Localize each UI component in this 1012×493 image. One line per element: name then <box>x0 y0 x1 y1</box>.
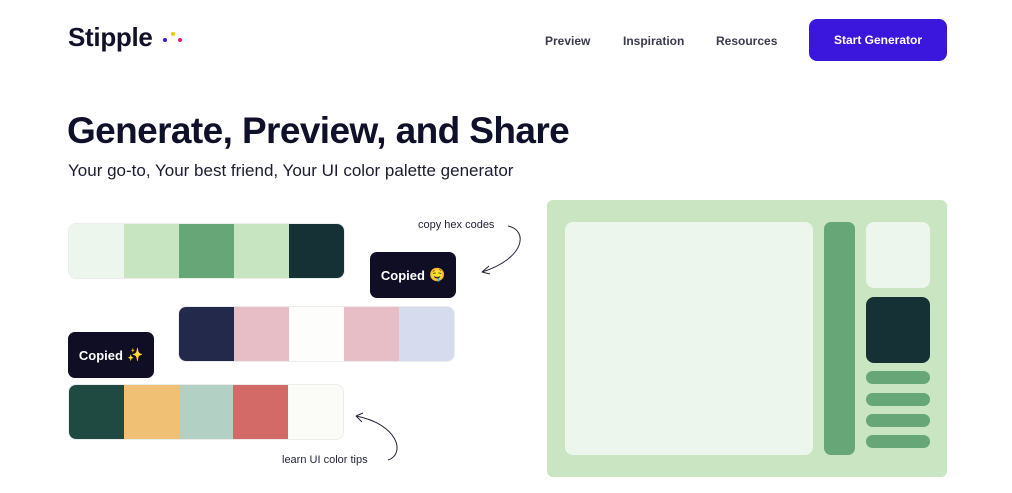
mockup-card-dark <box>866 297 930 363</box>
color-swatch[interactable] <box>233 385 289 439</box>
color-swatch[interactable] <box>344 307 399 361</box>
copied-label: Copied <box>380 267 425 283</box>
page-title: Generate, Preview, and Share <box>67 110 570 151</box>
color-swatch[interactable] <box>234 224 289 278</box>
copied-toast: Copied ✨ <box>68 332 154 378</box>
palette-2 <box>178 306 455 362</box>
page-subtitle: Your go-to, Your best friend, Your UI co… <box>68 161 514 180</box>
mockup-main-panel <box>565 222 813 455</box>
logo-dots-icon <box>163 30 185 46</box>
color-swatch[interactable] <box>123 385 179 439</box>
curved-arrow-icon <box>355 412 398 461</box>
copied-label: Copied <box>78 347 123 363</box>
drooling-face-icon: 🤤 <box>428 267 446 282</box>
palette-1 <box>68 223 345 279</box>
mockup-sidebar <box>824 222 855 455</box>
color-swatch[interactable] <box>179 307 234 361</box>
nav-preview[interactable]: Preview <box>545 34 590 48</box>
curved-arrow-icon <box>481 225 521 275</box>
logo-dot-3 <box>178 38 182 42</box>
color-swatch[interactable] <box>69 224 124 278</box>
color-swatch[interactable] <box>399 307 454 361</box>
mockup-line <box>866 414 930 427</box>
mockup-line <box>866 393 930 406</box>
logo-dot-1 <box>163 38 167 42</box>
ui-preview-mockup <box>547 200 947 477</box>
color-swatch[interactable] <box>69 385 124 439</box>
color-swatch[interactable] <box>289 307 344 361</box>
mockup-line <box>866 435 930 448</box>
logo-text[interactable]: Stipple <box>68 22 153 53</box>
color-swatch[interactable] <box>288 385 343 439</box>
color-swatch[interactable] <box>179 224 234 278</box>
nav-inspiration[interactable]: Inspiration <box>623 34 684 48</box>
nav-resources[interactable]: Resources <box>716 34 777 48</box>
start-generator-button[interactable]: Start Generator <box>809 19 947 61</box>
palette-3 <box>68 384 344 440</box>
color-swatch[interactable] <box>289 224 344 278</box>
mockup-card-light <box>866 222 930 288</box>
copied-toast: Copied 🤤 <box>370 252 456 298</box>
color-swatch[interactable] <box>234 307 289 361</box>
mockup-line <box>866 371 930 384</box>
color-swatch[interactable] <box>124 224 179 278</box>
logo-dot-2 <box>171 32 175 36</box>
sparkles-icon: ✨ <box>126 347 144 362</box>
color-swatch[interactable] <box>178 385 234 439</box>
